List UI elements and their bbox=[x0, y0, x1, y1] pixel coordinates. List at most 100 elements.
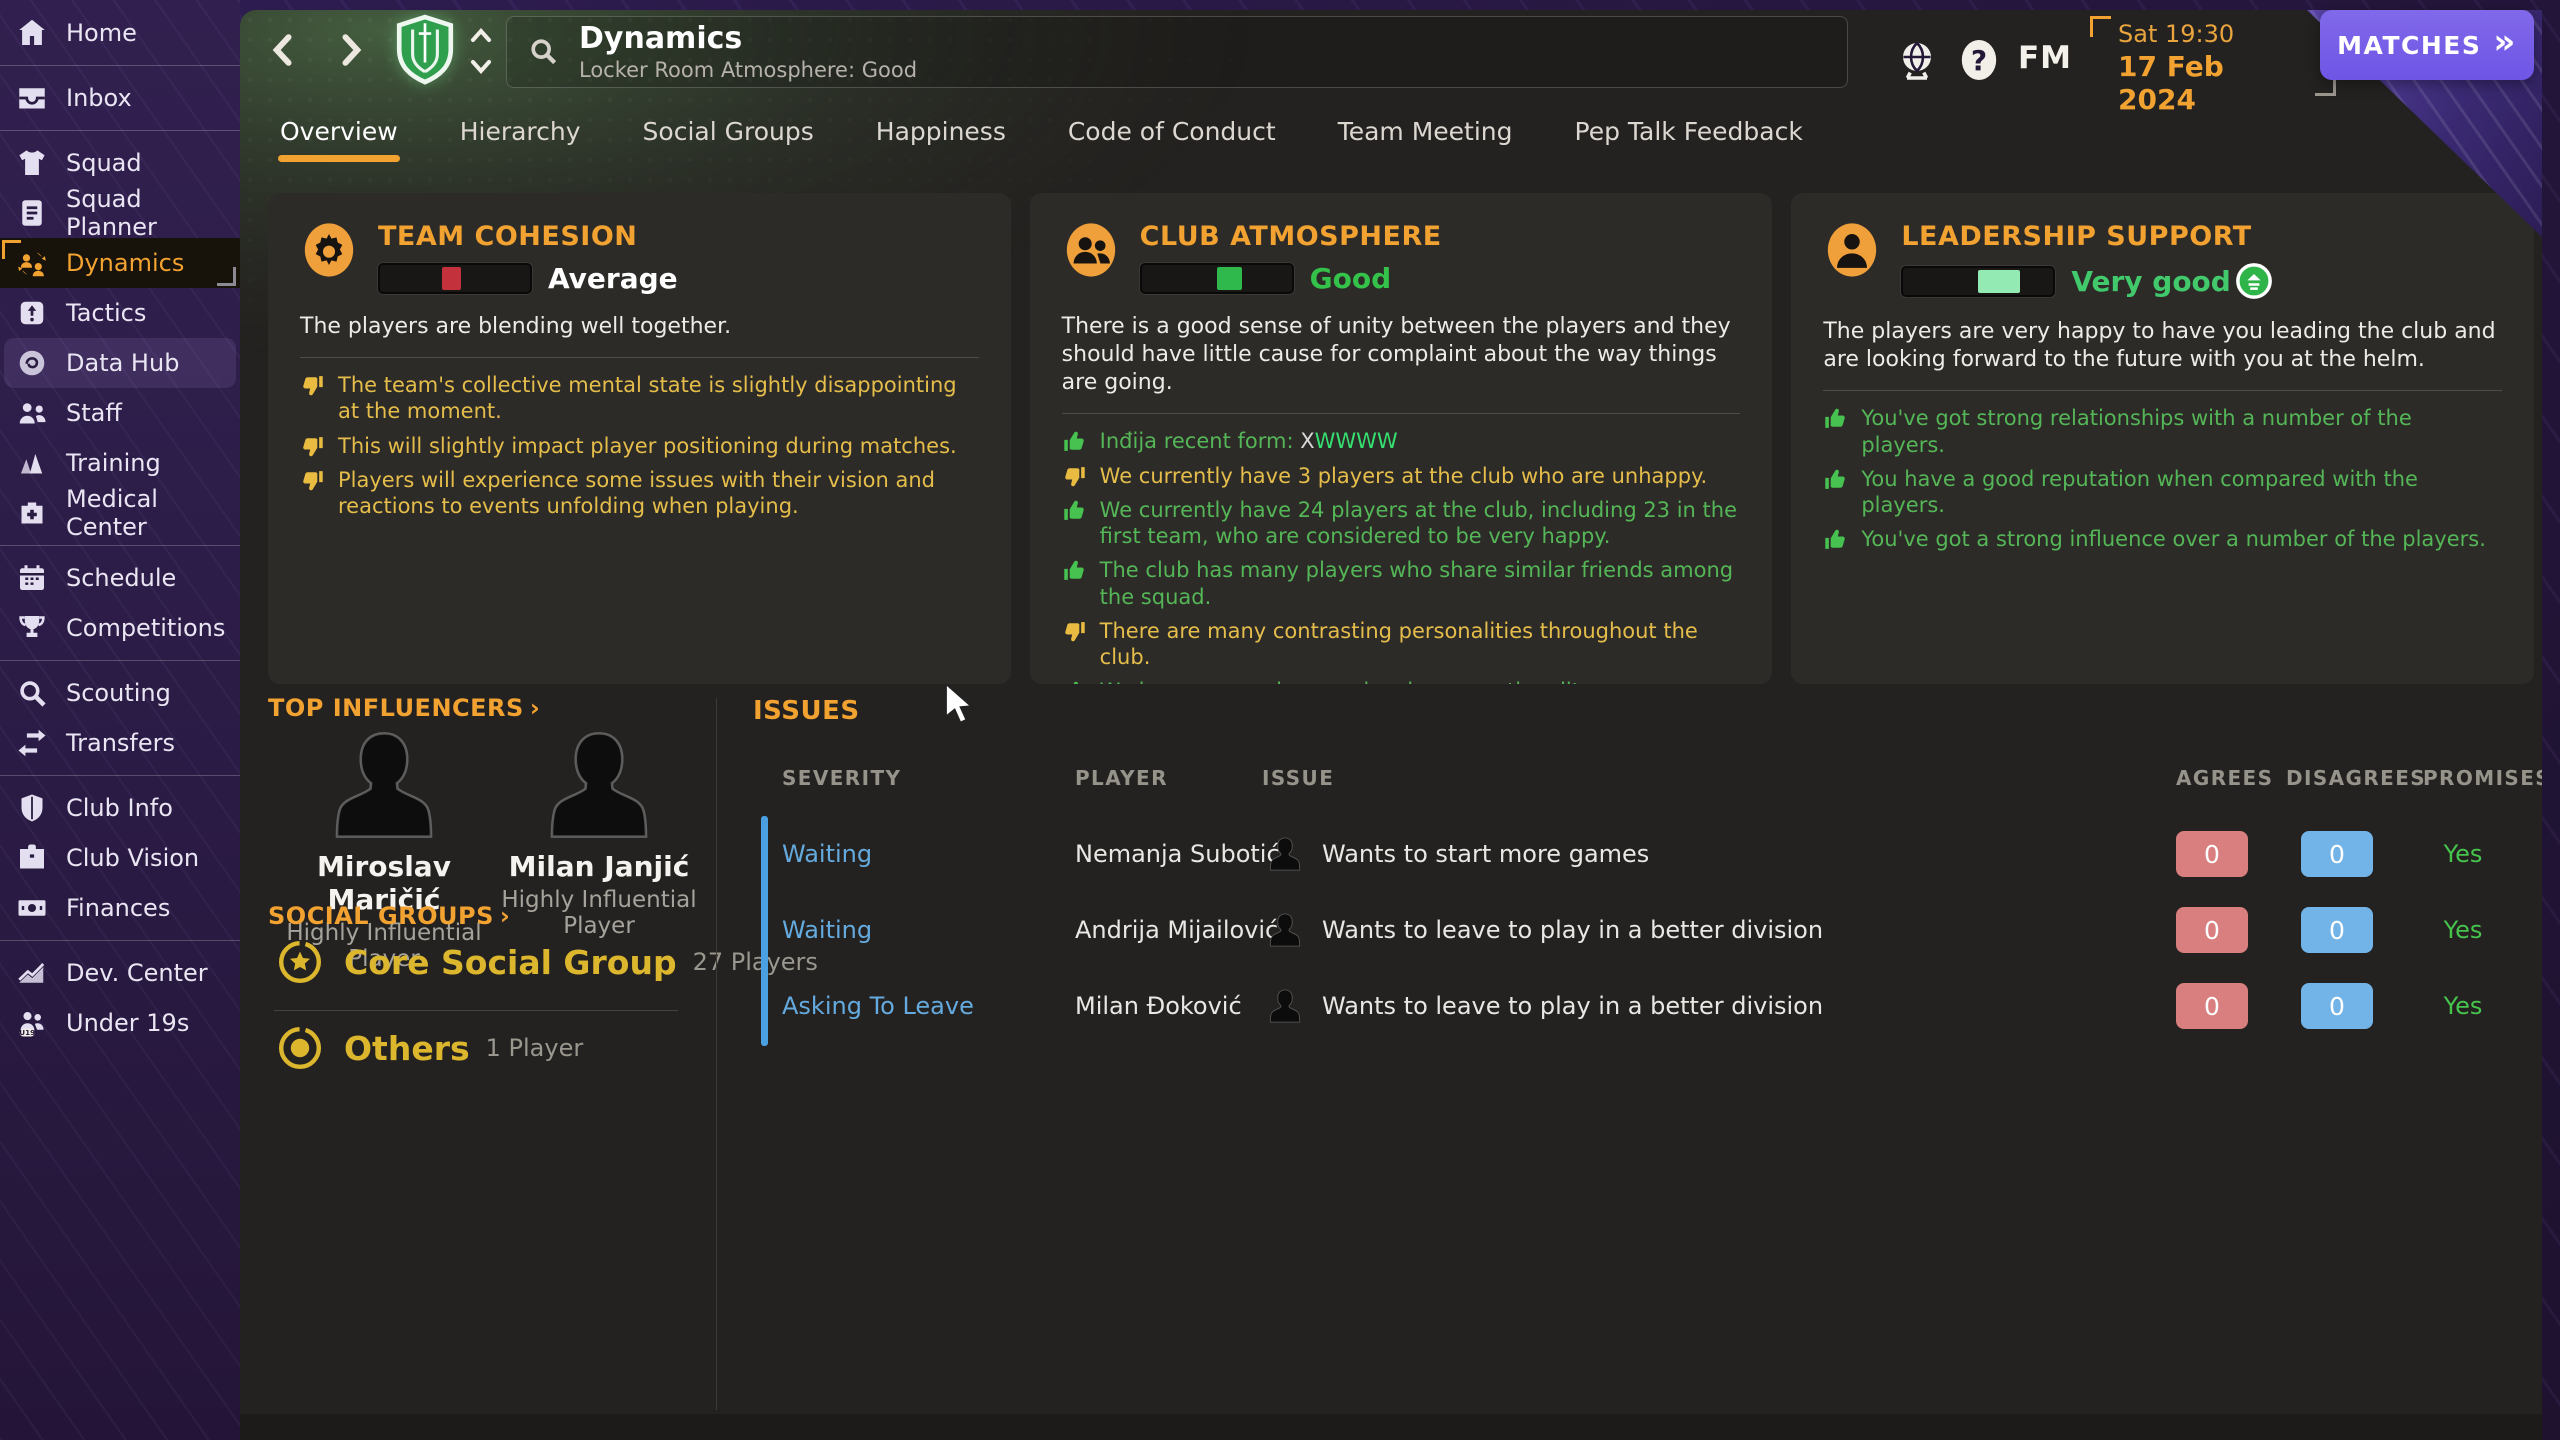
sidebar-item-competitions[interactable]: Competitions bbox=[0, 603, 240, 653]
issue-row-subotic[interactable]: Waiting Nemanja Subotić Wants to start m… bbox=[760, 816, 2532, 892]
influencer-milan-janjic[interactable]: Milan Janjić Highly Influential Player bbox=[499, 726, 699, 972]
thumbs-up-icon bbox=[1823, 527, 1848, 552]
column-severity: SEVERITY bbox=[782, 766, 901, 790]
panel-title: TEAM COHESION bbox=[378, 221, 678, 252]
sidebar-item-inbox[interactable]: Inbox bbox=[0, 73, 240, 123]
list-item: You have a good reputation when compared… bbox=[1823, 466, 2502, 519]
fm-logo[interactable]: FM bbox=[2018, 40, 2072, 76]
home-icon bbox=[14, 15, 50, 51]
tab-hierarchy[interactable]: Hierarchy bbox=[460, 117, 581, 150]
promises-value: Yes bbox=[2423, 916, 2503, 944]
influencer-miroslav-maricic[interactable]: Miroslav Maričić Highly Influential Play… bbox=[284, 726, 484, 972]
social-group-others[interactable]: Others 1 Player bbox=[276, 1024, 583, 1072]
sidebar-item-squad-planner[interactable]: Squad Planner bbox=[0, 188, 240, 238]
tab-code-of-conduct[interactable]: Code of Conduct bbox=[1068, 117, 1276, 150]
forward-button[interactable] bbox=[328, 28, 372, 72]
divider bbox=[0, 130, 240, 131]
thumbs-up-icon bbox=[1062, 429, 1087, 454]
influencer-name: Milan Janjić bbox=[499, 850, 699, 883]
sidebar-item-dev-center[interactable]: Dev. Center bbox=[0, 948, 240, 998]
sidebar-item-medical-center[interactable]: Medical Center bbox=[0, 488, 240, 538]
summary-cards: TEAM COHESION Average The players are bl… bbox=[268, 193, 2534, 684]
growth-chart-icon bbox=[14, 955, 50, 991]
content-panel: Dynamics Locker Room Atmosphere: Good ? … bbox=[240, 10, 2542, 1440]
club-crest-icon bbox=[392, 14, 458, 88]
sidebar-item-club-vision[interactable]: Club Vision bbox=[0, 833, 240, 883]
sidebar-item-staff[interactable]: Staff bbox=[0, 388, 240, 438]
tab-happiness[interactable]: Happiness bbox=[876, 117, 1006, 150]
banknote-icon bbox=[14, 890, 50, 926]
star-circle-icon bbox=[276, 938, 324, 986]
thumbs-down-icon bbox=[1062, 619, 1087, 644]
panel-description: There is a good sense of unity between t… bbox=[1062, 313, 1737, 397]
tab-overview[interactable]: Overview bbox=[280, 117, 398, 150]
thumbs-down-icon bbox=[1062, 464, 1087, 489]
game-date: Sat 19:30 17 Feb 2024 bbox=[2096, 16, 2308, 92]
thumbs-up-icon bbox=[1823, 406, 1848, 431]
dot-circle-icon bbox=[276, 1024, 324, 1072]
world-button[interactable] bbox=[1893, 36, 1941, 84]
leadership-support-bar bbox=[1901, 266, 2055, 297]
sidebar-item-home[interactable]: Home bbox=[0, 8, 240, 58]
matches-button[interactable]: MATCHES » bbox=[2320, 10, 2534, 80]
training-icon bbox=[14, 445, 50, 481]
section-tabs: Overview Hierarchy Social Groups Happine… bbox=[240, 108, 2542, 158]
club-badge[interactable] bbox=[392, 14, 458, 84]
panel-description: The players are blending well together. bbox=[300, 313, 975, 341]
issue-row-mijailovic[interactable]: Waiting Andrija Mijailović Wants to leav… bbox=[760, 892, 2532, 968]
column-issue: ISSUE bbox=[1262, 766, 1334, 790]
sidebar-item-scouting[interactable]: Scouting bbox=[0, 668, 240, 718]
social-groups-header[interactable]: SOCIAL GROUPS› bbox=[268, 902, 510, 930]
issue-text: Wants to leave to play in a better divis… bbox=[1322, 916, 1823, 944]
top-influencers-header[interactable]: TOP INFLUENCERS› bbox=[268, 694, 540, 722]
team-cohesion-icon bbox=[300, 221, 358, 279]
inbox-icon bbox=[14, 80, 50, 116]
sidebar-item-schedule[interactable]: Schedule bbox=[0, 553, 240, 603]
column-player: PLAYER bbox=[1075, 766, 1168, 790]
agrees-badge: 0 bbox=[2176, 983, 2248, 1029]
trend-up-badge-icon bbox=[2235, 262, 2273, 300]
sidebar-item-dynamics[interactable]: Dynamics bbox=[0, 238, 240, 288]
thumbs-down-icon bbox=[300, 434, 325, 459]
vertical-divider bbox=[716, 698, 717, 1410]
tab-team-meeting[interactable]: Team Meeting bbox=[1338, 117, 1513, 150]
list-item: You've got a strong influence over a num… bbox=[1823, 526, 2502, 552]
search-bar[interactable]: Dynamics Locker Room Atmosphere: Good bbox=[506, 16, 1848, 88]
player-silhouette-icon bbox=[309, 726, 459, 844]
svg-text:?: ? bbox=[1971, 44, 1987, 77]
bar-fill bbox=[1217, 267, 1243, 290]
disagrees-badge: 0 bbox=[2301, 983, 2373, 1029]
sidebar-item-club-info[interactable]: Club Info bbox=[0, 783, 240, 833]
divider bbox=[0, 65, 240, 66]
issue-row-djokovic[interactable]: Asking To Leave Milan Đoković Wants to l… bbox=[760, 968, 2532, 1044]
sidebar-item-squad[interactable]: Squad bbox=[0, 138, 240, 188]
divider bbox=[0, 545, 240, 546]
issue-text: Wants to leave to play in a better divis… bbox=[1322, 992, 1823, 1020]
tab-pep-talk-feedback[interactable]: Pep Talk Feedback bbox=[1575, 117, 1803, 150]
status-label: Good bbox=[1310, 262, 1392, 295]
team-cohesion-panel: TEAM COHESION Average The players are bl… bbox=[268, 193, 1011, 684]
back-button[interactable] bbox=[262, 28, 306, 72]
thumbs-down-icon bbox=[300, 373, 325, 398]
shield-icon bbox=[14, 790, 50, 826]
top-influencers-list: Miroslav Maričić Highly Influential Play… bbox=[284, 726, 699, 972]
social-group-core[interactable]: Core Social Group 27 Players bbox=[276, 938, 818, 986]
sidebar-item-finances[interactable]: Finances bbox=[0, 883, 240, 933]
list-item: Players will experience some issues with… bbox=[300, 467, 979, 520]
help-button[interactable]: ? bbox=[1955, 36, 2003, 84]
issue-player-name: Andrija Mijailović bbox=[1075, 916, 1278, 944]
sidebar-item-tactics[interactable]: Tactics bbox=[0, 288, 240, 338]
club-switch-arrows[interactable] bbox=[468, 22, 494, 80]
sidebar-item-data-hub[interactable]: Data Hub bbox=[4, 338, 236, 388]
u19-icon: U19 bbox=[14, 1005, 50, 1041]
panel-description: The players are very happy to have you l… bbox=[1823, 318, 2498, 374]
page-subtitle: Locker Room Atmosphere: Good bbox=[579, 58, 917, 82]
tab-social-groups[interactable]: Social Groups bbox=[643, 117, 814, 150]
sidebar-item-training[interactable]: Training bbox=[0, 438, 240, 488]
club-atmosphere-panel: CLUB ATMOSPHERE Good There is a good sen… bbox=[1030, 193, 1773, 684]
sidebar-item-transfers[interactable]: Transfers bbox=[0, 718, 240, 768]
disagrees-badge: 0 bbox=[2301, 831, 2373, 877]
sidebar-item-under-19s[interactable]: U19 Under 19s bbox=[0, 998, 240, 1048]
page-title: Dynamics bbox=[579, 22, 917, 55]
player-silhouette-icon bbox=[524, 726, 674, 844]
